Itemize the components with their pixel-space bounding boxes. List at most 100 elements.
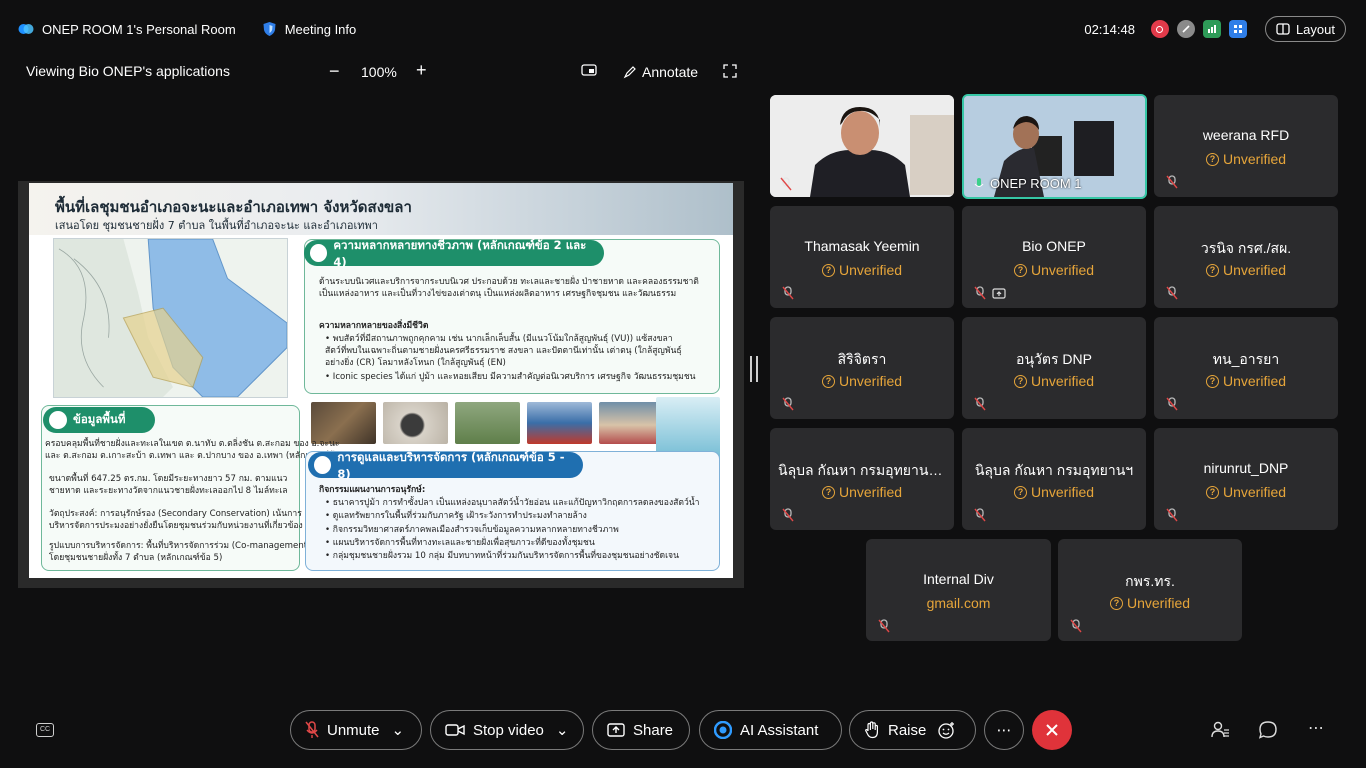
participant-name: ทน_อารยา [1212,351,1280,367]
raise-hand-button[interactable]: Raise [849,710,976,750]
presentation-slide: พื้นที่เลชุมชนอำเภอจะนะและอำเภอเทพา จังห… [29,183,733,578]
mic-muted-icon [1166,175,1178,189]
annotate-button[interactable]: Annotate [623,64,698,80]
mgmt-line: • ธนาคารปูม้า การทำซั้งปลา เป็นแหล่งอนุบ… [325,498,700,508]
participant-status: ? Unverified [770,262,954,278]
viewing-label: Viewing Bio ONEP's applications [26,63,230,79]
participant-tile[interactable]: Bio ONEP ? Unverified [962,206,1146,308]
participant-status: ? Unverified [1154,484,1338,500]
pop-out-icon[interactable] [581,64,597,78]
mgmt-line: กิจกรรมแผนงานการอนุรักษ์: [319,485,426,495]
participant-name: นิลุบล กัณหา กรมอุทยานแ... [778,462,950,478]
participant-tile[interactable]: Thamasak Yeemin ? Unverified [770,206,954,308]
mic-muted-icon [305,721,319,738]
gear-icon [314,456,332,474]
warning-icon: ? [1205,263,1219,277]
split-drag-handle[interactable] [750,356,758,382]
photo-community [599,402,664,444]
hand-icon [865,721,878,739]
zoom-out-button[interactable]: − [329,61,340,82]
warning-icon: ? [821,374,835,388]
participant-tile[interactable]: ทน_อารยา ? Unverified [1154,317,1338,419]
mgmt-line: • ดูแลทรัพยากรในพื้นที่ร่วมกับภาครัฐ เฝ้… [325,511,587,521]
meeting-info-button[interactable]: Meeting Info [285,22,357,37]
participant-status: ? Unverified [962,373,1146,389]
area-line: รูปแบบการบริหารจัดการ: พื้นที่บริหารจัดก… [49,541,311,551]
participant-tile[interactable]: กพร.ทร. ? Unverified [1058,539,1242,641]
layout-button[interactable]: Layout [1264,16,1346,42]
participant-status: ? Unverified [1154,262,1338,278]
unmute-label: Unmute [327,721,380,739]
mic-muted-icon [1070,619,1082,633]
webex-logo-icon [18,24,34,34]
participant-video-tile[interactable] [770,95,954,197]
participant-status: ? Unverified [770,373,954,389]
bio-line: เป็นแหล่งอาหาร และเป็นที่วางไข่ของเต่าตน… [319,289,677,299]
more-panels-icon[interactable]: ⋯ [1308,718,1324,738]
zoom-in-button[interactable]: + [416,60,427,81]
more-options-button[interactable]: ⋯ [984,710,1024,750]
participant-name: สิริจิตรา [837,351,887,367]
shared-content[interactable]: พื้นที่เลชุมชนอำเภอจะนะและอำเภอเทพา จังห… [18,181,744,588]
fullscreen-icon[interactable] [723,64,737,78]
warning-icon: ? [1013,263,1027,277]
bio-line: • พบสัตว์ที่มีสถานภาพถูกคุกคาม เช่น นากเ… [325,334,673,344]
participant-tile[interactable]: สิริจิตรา ? Unverified [770,317,954,419]
warning-icon: ? [821,263,835,277]
participant-status: ? Unverified [1154,151,1338,167]
link-icon[interactable] [1176,20,1195,38]
pen-icon [623,66,636,79]
participant-tile[interactable]: นิลุบล กัณหา กรมอุทยานแ... ? Unverified [770,428,954,530]
participants-icon[interactable] [1210,720,1230,740]
participant-status: gmail.com [926,595,991,611]
participant-tile[interactable]: Internal Div gmail.com [866,539,1051,641]
mic-on-icon [974,178,984,187]
leave-meeting-button[interactable] [1032,710,1072,750]
bio-line: ความหลากหลายของสิ่งมีชีวิต [319,321,429,331]
closed-captions-icon[interactable]: CC [36,723,54,737]
biodiversity-heading-text: ความหลากหลายทางชีวภาพ (หลักเกณฑ์ข้อ 2 แล… [333,238,587,269]
participant-name: Thamasak Yeemin [804,238,920,254]
participant-tile[interactable]: วรนิจ กรศ./สผ. ? Unverified [1154,206,1338,308]
area-info-heading-text: ข้อมูลพื้นที่ [73,412,126,426]
reactions-icon[interactable] [938,721,956,739]
chat-icon[interactable] [1258,720,1278,740]
participant-name: Bio ONEP [1022,238,1086,254]
mic-muted-icon [974,508,986,522]
top-bar: ONEP ROOM 1's Personal Room Meeting Info… [0,0,1366,60]
unmute-button[interactable]: Unmute ⌄ [290,710,422,750]
mgmt-line: • กิจกรรมวิทยาศาสตร์ภาคพลเมืองสำรวจเก็บข… [325,525,619,535]
stats-icon[interactable] [1202,20,1221,38]
layout-icon [1276,23,1290,35]
layout-label: Layout [1295,21,1335,37]
participant-tile[interactable]: weerana RFD ? Unverified [1154,95,1338,197]
record-icon[interactable] [1150,20,1169,38]
participant-name: กพร.ทร. [1125,573,1175,589]
chevron-down-icon[interactable]: ⌄ [556,721,569,739]
mic-muted-icon [878,619,890,633]
ai-assistant-button[interactable]: AI Assistant [699,710,842,750]
room-title[interactable]: ONEP ROOM 1's Personal Room [42,22,236,37]
participant-video-tile-active[interactable]: ONEP ROOM 1 [962,94,1147,199]
area-line: ชายหาด และระยะทางวัดจากแนวชายฝั่งทะเลออก… [49,486,288,496]
biodiversity-heading: ความหลากหลายทางชีวภาพ (หลักเกณฑ์ข้อ 2 แล… [304,238,604,269]
participant-status: ? Unverified [962,262,1146,278]
participant-tile[interactable]: nirunrut_DNP ? Unverified [1154,428,1338,530]
participant-tile[interactable]: อนุวัตร DNP ? Unverified [962,317,1146,419]
participant-name: weerana RFD [1202,127,1290,143]
ai-assistant-icon [714,721,732,739]
share-label: Share [633,721,674,739]
mic-muted-icon [782,286,794,300]
participant-name: อนุวัตร DNP [1016,351,1092,367]
participant-name: นิลุบล กัณหา กรมอุทยานฯ [974,462,1134,478]
participant-tile[interactable]: นิลุบล กัณหา กรมอุทยานฯ ? Unverified [962,428,1146,530]
leaf-icon [310,244,328,262]
stop-video-button[interactable]: Stop video ⌄ [430,710,584,750]
photo-otter [383,402,448,444]
apps-icon[interactable] [1228,20,1247,38]
warning-icon: ? [821,485,835,499]
mic-muted-icon [974,286,986,300]
chevron-down-icon[interactable]: ⌄ [392,721,405,739]
share-button[interactable]: Share [592,710,690,750]
management-heading-text: การดูแลและบริหารจัดการ (หลักเกณฑ์ข้อ 5 -… [337,450,565,481]
